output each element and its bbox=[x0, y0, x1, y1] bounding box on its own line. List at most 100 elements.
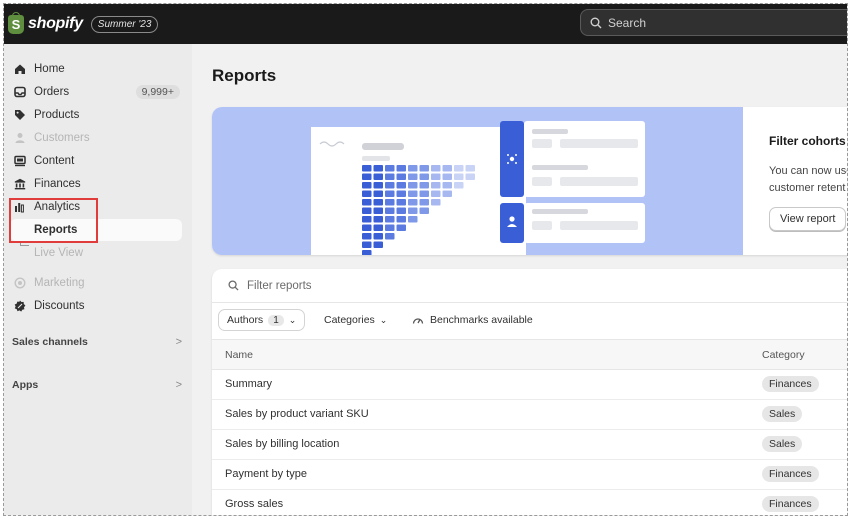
tag-icon bbox=[13, 109, 26, 122]
category-badge: Sales bbox=[762, 406, 803, 422]
app-window: S shopify Summer '23 Search Home Orders … bbox=[3, 3, 848, 516]
cohort-cell bbox=[419, 173, 429, 180]
cohort-cell bbox=[396, 173, 406, 180]
authors-count: 1 bbox=[268, 314, 284, 326]
search-input[interactable]: Search bbox=[580, 9, 847, 36]
sidebar-item-label: Content bbox=[34, 155, 75, 167]
report-name-link[interactable]: Summary bbox=[225, 378, 272, 390]
sidebar-item-products[interactable]: Products bbox=[10, 104, 182, 126]
cohort-cell bbox=[431, 190, 441, 197]
banner-title: Filter cohorts b bbox=[769, 134, 848, 148]
promo-banner: Filter cohorts b You can now use custome… bbox=[212, 107, 848, 255]
table-row[interactable]: Summary Finances bbox=[212, 370, 847, 400]
category-badge: Finances bbox=[762, 466, 819, 482]
sidebar-item-content[interactable]: Content bbox=[10, 150, 182, 172]
cohort-cell bbox=[362, 199, 372, 206]
sidebar-item-live-view[interactable]: Live View bbox=[10, 242, 182, 264]
cohort-cell bbox=[373, 233, 383, 240]
sidebar-item-discounts[interactable]: Discounts bbox=[10, 295, 182, 317]
sidebar-item-label: Home bbox=[34, 63, 65, 75]
cohort-cell bbox=[396, 165, 406, 172]
sidebar-item-orders[interactable]: Orders 9,999+ bbox=[10, 81, 182, 103]
section-label: Apps bbox=[12, 379, 39, 391]
page-title: Reports bbox=[212, 66, 277, 85]
column-header-category[interactable]: Category bbox=[762, 349, 805, 361]
cohort-cell bbox=[373, 173, 383, 180]
cohort-cell bbox=[396, 224, 406, 231]
cohort-cell bbox=[362, 165, 372, 172]
sidebar-item-marketing[interactable]: Marketing bbox=[10, 272, 182, 294]
cohort-cell bbox=[385, 165, 395, 172]
category-badge: Finances bbox=[762, 496, 819, 512]
cohort-cell bbox=[385, 233, 395, 240]
table-row[interactable]: Sales by product variant SKU Sales bbox=[212, 400, 847, 430]
report-name-link[interactable]: Sales by product variant SKU bbox=[225, 408, 369, 420]
sidebar-item-label: Customers bbox=[34, 132, 90, 144]
sidebar-item-home[interactable]: Home bbox=[10, 58, 182, 80]
cohort-cell bbox=[465, 173, 475, 180]
benchmarks-filter-chip[interactable]: Benchmarks available bbox=[404, 309, 541, 331]
sidebar-section-apps[interactable]: Apps > bbox=[12, 376, 182, 394]
cohort-cell bbox=[373, 199, 383, 206]
person-icon bbox=[13, 132, 26, 145]
cohort-cell bbox=[373, 241, 383, 248]
report-name-link[interactable]: Payment by type bbox=[225, 468, 307, 480]
column-header-name[interactable]: Name bbox=[225, 349, 253, 361]
cohort-illustration-svg bbox=[311, 121, 645, 255]
cohort-cell bbox=[408, 190, 418, 197]
view-report-button[interactable]: View report bbox=[769, 207, 847, 231]
cohort-cell bbox=[373, 207, 383, 214]
sidebar-section-sales-channels[interactable]: Sales channels > bbox=[12, 333, 182, 351]
sidebar-item-label: Finances bbox=[34, 178, 81, 190]
cohort-cell bbox=[396, 182, 406, 189]
search-icon bbox=[590, 17, 602, 28]
authors-filter-chip[interactable]: Authors 1 ⌄ bbox=[218, 309, 306, 331]
report-name-link[interactable]: Gross sales bbox=[225, 498, 283, 510]
cohort-cell bbox=[419, 190, 429, 197]
cohort-cell bbox=[465, 165, 475, 172]
chip-label: Benchmarks available bbox=[430, 314, 533, 326]
cohort-cell bbox=[362, 241, 372, 248]
gauge-icon bbox=[412, 318, 424, 324]
sidebar: Home Orders 9,999+ Products Customers Co… bbox=[4, 44, 192, 515]
shopify-logo[interactable]: S shopify bbox=[8, 11, 83, 34]
cohort-cell bbox=[419, 165, 429, 172]
cohort-cell bbox=[454, 182, 464, 189]
cohort-cell bbox=[408, 182, 418, 189]
cohort-cell bbox=[373, 182, 383, 189]
cohort-cell bbox=[385, 182, 395, 189]
cohort-cell bbox=[442, 190, 452, 197]
sidebar-item-label: Orders bbox=[34, 86, 70, 98]
cohort-cell bbox=[419, 207, 429, 214]
cohort-cell bbox=[442, 182, 452, 189]
report-name-link[interactable]: Sales by billing location bbox=[225, 438, 339, 450]
cohort-cell bbox=[385, 190, 395, 197]
filter-reports-input[interactable]: Filter reports bbox=[212, 269, 847, 303]
cohort-cell bbox=[373, 190, 383, 197]
chevron-down-icon: ⌄ bbox=[379, 314, 388, 325]
cohort-cell bbox=[362, 216, 372, 223]
sidebar-item-label: Discounts bbox=[34, 300, 85, 312]
categories-filter-chip[interactable]: Categories ⌄ bbox=[316, 309, 395, 331]
table-row[interactable]: Gross sales Finances bbox=[212, 490, 847, 515]
main-content: Reports Filter cohorts b You can now use… bbox=[192, 44, 847, 515]
cohort-cell bbox=[362, 224, 372, 231]
sidebar-item-customers[interactable]: Customers bbox=[10, 127, 182, 149]
cohort-cell bbox=[362, 207, 372, 214]
cohort-cell bbox=[385, 207, 395, 214]
cohort-cell bbox=[408, 173, 418, 180]
sidebar-item-finances[interactable]: Finances bbox=[10, 173, 182, 195]
cohort-cell bbox=[396, 216, 406, 223]
chevron-right-icon: > bbox=[175, 379, 182, 391]
chevron-right-icon: > bbox=[175, 336, 182, 348]
table-row[interactable]: Sales by billing location Sales bbox=[212, 430, 847, 460]
content-icon bbox=[13, 155, 26, 168]
table-row[interactable]: Payment by type Finances bbox=[212, 460, 847, 490]
filter-placeholder: Filter reports bbox=[247, 279, 312, 292]
version-badge: Summer '23 bbox=[90, 15, 159, 33]
sidebar-item-label: Live View bbox=[34, 247, 84, 259]
cohort-cell bbox=[408, 216, 418, 223]
bank-icon bbox=[13, 178, 26, 191]
cohort-cell bbox=[408, 199, 418, 206]
cohort-cell bbox=[442, 165, 452, 172]
